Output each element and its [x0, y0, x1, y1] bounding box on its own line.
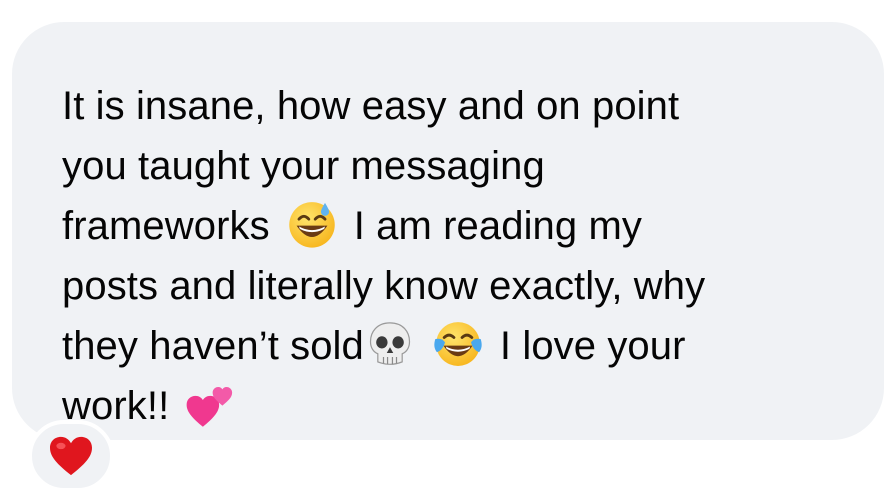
message-line-6: work!!	[62, 376, 872, 436]
message-line-3: frameworks I am reading my	[62, 196, 872, 256]
red-heart-icon	[48, 435, 94, 477]
message-bubble[interactable]: It is insane, how easy and on point you …	[12, 22, 884, 440]
message-text: It is insane, how easy and on point you …	[62, 76, 872, 436]
grinning-face-with-sweat-icon	[286, 198, 338, 250]
face-with-tears-of-joy-icon	[432, 318, 484, 370]
message-line-5: they haven’t sold I love your	[62, 316, 872, 376]
message-line-2: you taught your messaging	[62, 136, 872, 196]
two-hearts-icon	[185, 378, 237, 430]
message-line-2-text: you taught your messaging	[62, 144, 545, 188]
message-line-5b-text: I love your	[499, 324, 686, 368]
message-line-5a-text: they haven’t sold	[62, 324, 364, 368]
message-line-3b-text: I am reading my	[353, 204, 642, 248]
message-line-1-text: It is insane, how easy and on point	[62, 84, 680, 128]
message-line-3a-text: frameworks	[62, 204, 270, 248]
message-line-4: posts and literally know exactly, why	[62, 256, 872, 316]
skull-icon	[364, 318, 416, 370]
message-line-4-text: posts and literally know exactly, why	[62, 264, 706, 308]
message-line-1: It is insane, how easy and on point	[62, 76, 872, 136]
reaction-badge[interactable]	[28, 420, 114, 492]
